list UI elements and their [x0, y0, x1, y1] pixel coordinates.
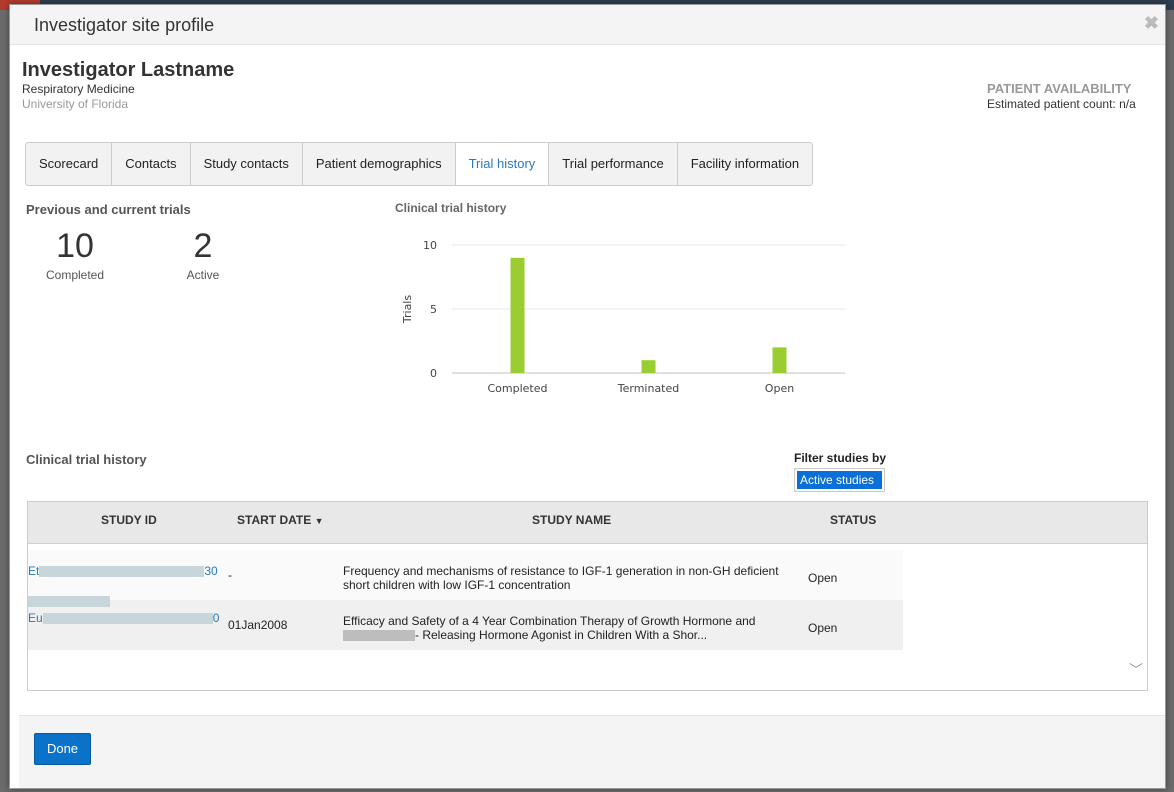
investigator-university: University of Florida — [22, 97, 129, 111]
completed-count: 10 — [56, 227, 94, 265]
status: Open — [808, 621, 838, 635]
y-tick-label: 0 — [430, 367, 437, 380]
tab-trial-performance[interactable]: Trial performance — [549, 143, 678, 185]
x-tick-label: Completed — [488, 382, 548, 395]
tab-study-contacts[interactable]: Study contacts — [191, 143, 303, 185]
sort-down-icon: ▼ — [314, 516, 324, 526]
header-status[interactable]: STATUS — [830, 513, 876, 527]
study-name-line1: Frequency and mechanisms of resistance t… — [343, 564, 779, 578]
completed-label: Completed — [45, 268, 105, 282]
y-tick-label: 10 — [423, 239, 437, 252]
tab-trial-history[interactable]: Trial history — [455, 143, 550, 185]
study-id-link[interactable]: Eu 0 — [28, 594, 219, 625]
status: Open — [808, 571, 838, 585]
patient-count: Estimated patient count: n/a — [987, 97, 1136, 111]
profile-tabs: Scorecard Contacts Study contacts Patien… — [25, 142, 814, 186]
header-study-id[interactable]: STUDY ID — [101, 513, 157, 527]
table-row: Eu 0 01Jan2008 Efficacy and Safety of a 4… — [28, 596, 903, 650]
start-date: - — [228, 568, 232, 582]
table-section-title: Clinical trial history — [26, 452, 147, 467]
done-button[interactable]: Done — [34, 733, 91, 765]
study-name: Efficacy and Safety of a 4 Year Combinat… — [343, 614, 803, 642]
y-tick-label: 5 — [430, 303, 437, 316]
completed-stat: 10 Completed — [40, 227, 110, 282]
previous-trials-title: Previous and current trials — [26, 202, 191, 217]
bar-completed — [510, 257, 525, 373]
study-id-prefix[interactable]: Et — [28, 564, 39, 578]
redacted-block — [343, 630, 415, 642]
filter-selected-option[interactable]: Active studies — [797, 471, 882, 489]
tab-patient-demographics[interactable]: Patient demographics — [303, 143, 456, 185]
bar-open — [772, 347, 787, 373]
filter-label: Filter studies by — [794, 451, 887, 465]
study-name: Frequency and mechanisms of resistance t… — [343, 564, 803, 592]
study-id-link[interactable]: Et 30 — [28, 564, 218, 578]
study-name-line2: - Releasing Hormone Agonist in Children … — [343, 628, 803, 642]
chart-title: Clinical trial history — [395, 201, 507, 215]
scroll-down-icon[interactable]: ﹀ — [1129, 660, 1143, 680]
header-start-date-label: START DATE — [237, 513, 312, 527]
modal-title: Investigator site profile — [34, 15, 215, 35]
redacted-block — [39, 566, 205, 578]
study-id-suffix[interactable]: 0 — [213, 611, 220, 625]
start-date: 01Jan2008 — [228, 618, 288, 632]
tab-scorecard[interactable]: Scorecard — [26, 143, 113, 185]
investigator-name: Investigator Lastname — [22, 59, 235, 81]
trial-history-bar-chart: 0 5 10 Trials Completed Terminated Open — [401, 239, 845, 395]
filter-studies-select[interactable]: Active studies — [794, 468, 885, 492]
redacted-block — [28, 596, 110, 608]
x-tick-label: Open — [765, 382, 794, 395]
investigator-profile-modal: Investigator site profile ✖ Investigator… — [9, 4, 1166, 789]
active-label: Active — [186, 268, 220, 282]
tab-contacts[interactable]: Contacts — [112, 143, 191, 185]
study-id-suffix[interactable]: 30 — [204, 564, 217, 578]
tab-facility-information[interactable]: Facility information — [678, 143, 812, 185]
table-row: Et 30 - Frequency and mechanisms of resis… — [28, 550, 903, 600]
active-stat: 2 Active — [173, 227, 233, 282]
study-id-prefix[interactable]: Eu — [28, 611, 43, 625]
investigator-department: Respiratory Medicine — [22, 82, 135, 96]
bar-terminated — [641, 360, 656, 373]
table-header: STUDY ID START DATE ▼ STUDY NAME STATUS — [28, 502, 1147, 544]
trial-history-table: STUDY ID START DATE ▼ STUDY NAME STATUS … — [27, 501, 1148, 691]
close-icon[interactable]: ✖ — [1144, 13, 1159, 34]
x-tick-label: Terminated — [617, 382, 680, 395]
study-name-line1: Efficacy and Safety of a 4 Year Combinat… — [343, 614, 756, 628]
modal-header: Investigator site profile ✖ — [10, 5, 1165, 45]
study-name-line2: short children with low IGF-1 concentrat… — [343, 578, 571, 592]
header-start-date[interactable]: START DATE ▼ — [237, 513, 323, 527]
header-study-name[interactable]: STUDY NAME — [532, 513, 611, 527]
modal-footer: Done — [19, 715, 1165, 788]
active-count: 2 — [193, 227, 213, 265]
redacted-block — [42, 613, 213, 625]
patient-availability-title: PATIENT AVAILABILITY — [987, 81, 1132, 96]
study-name-line2-text: - Releasing Hormone Agonist in Children … — [415, 628, 708, 642]
y-axis-label: Trials — [401, 295, 414, 324]
